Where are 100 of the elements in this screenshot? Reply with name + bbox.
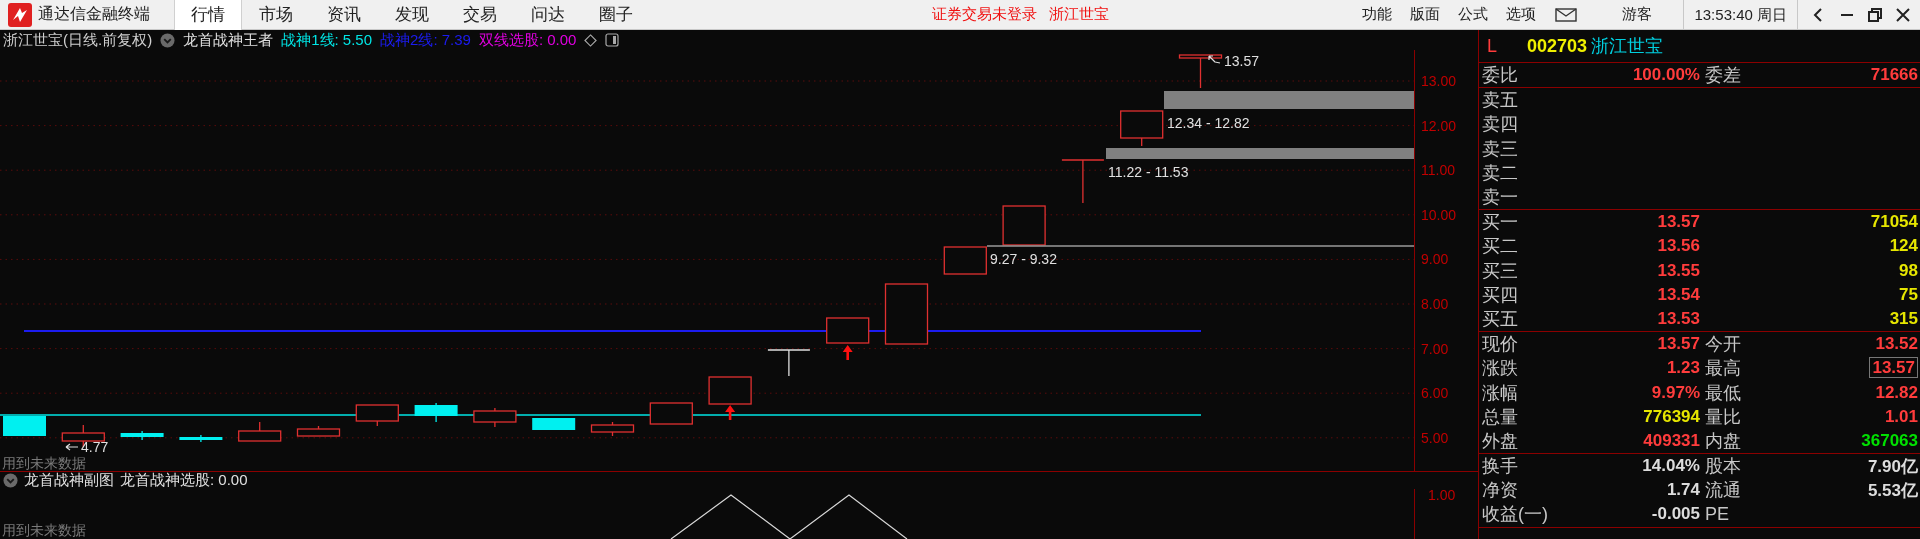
candle xyxy=(826,317,870,344)
field-label: 最高 xyxy=(1705,357,1742,381)
warning-text: 用到未来数据 xyxy=(2,455,86,471)
clock: 13:53:40 周日 xyxy=(1683,0,1798,30)
candle xyxy=(1061,159,1105,204)
field-label: 外盘 xyxy=(1482,429,1519,453)
field-label: 卖五 xyxy=(1482,89,1519,113)
menu-item[interactable]: 功能 xyxy=(1353,5,1402,24)
field-value: 12.82 xyxy=(1875,382,1918,402)
bid-price: 13.53 xyxy=(1657,308,1700,329)
field-label: 委比 xyxy=(1482,64,1519,88)
candle xyxy=(884,283,929,345)
candle xyxy=(1178,54,1223,89)
field-value: 13.52 xyxy=(1875,334,1918,354)
field-label: 涨跌 xyxy=(1482,357,1519,381)
close-icon[interactable] xyxy=(1896,7,1910,22)
stock-name: 浙江世宝 xyxy=(1049,5,1109,24)
bid-volume: 315 xyxy=(1889,308,1918,329)
bid-volume: 71054 xyxy=(1870,212,1918,233)
nav-tab[interactable]: 发现 xyxy=(378,0,446,30)
menu-item[interactable]: 版面 xyxy=(1401,5,1450,24)
candle xyxy=(708,376,752,405)
candle xyxy=(649,402,693,425)
zone-label: 11.22 - 11.53 xyxy=(1108,164,1189,180)
stock-name: 浙江世宝 xyxy=(1591,35,1664,58)
price-label: 10.00 xyxy=(1421,206,1457,223)
candle xyxy=(3,415,46,437)
bid-price: 13.57 xyxy=(1657,212,1700,233)
price-label: 12.00 xyxy=(1421,117,1457,134)
diamond-icon[interactable] xyxy=(584,33,598,47)
candle xyxy=(296,425,341,437)
field-value: 100.00% xyxy=(1632,65,1700,86)
bid-price: 13.56 xyxy=(1657,236,1700,257)
field-label: 总量 xyxy=(1482,405,1519,429)
nav-tab[interactable]: 圈子 xyxy=(582,0,650,30)
candle xyxy=(355,404,399,427)
app-title: 通达信金融终端 xyxy=(38,4,151,24)
field-label: 买三 xyxy=(1482,259,1519,283)
price-label: 6.00 xyxy=(1421,385,1449,402)
price-label: 1.00 xyxy=(1428,489,1456,503)
field-value: 7.90亿 xyxy=(1867,455,1918,478)
price-label: 5.00 xyxy=(1421,429,1449,446)
candle xyxy=(767,349,811,377)
zone-label: 12.34 - 12.82 xyxy=(1167,115,1250,131)
app-logo-icon xyxy=(8,2,32,27)
nav-tab[interactable]: 交易 xyxy=(446,0,514,30)
field-label: 净资 xyxy=(1482,479,1519,503)
candle xyxy=(1002,205,1046,246)
field-label: 量比 xyxy=(1705,405,1742,429)
nav-tab[interactable]: 问达 xyxy=(514,0,582,30)
indicator-value: 双线选股: 0.00 xyxy=(478,30,577,50)
field-value: 71666 xyxy=(1870,65,1918,86)
nav-tab[interactable]: 市场 xyxy=(242,0,310,30)
field-label: 卖一 xyxy=(1482,186,1519,210)
login-status: 证券交易未登录 xyxy=(932,5,1037,24)
price-label: 8.00 xyxy=(1421,296,1449,312)
candle xyxy=(120,430,164,441)
mail-icon[interactable] xyxy=(1555,7,1578,22)
dropdown-icon[interactable] xyxy=(160,32,176,48)
field-label: 买五 xyxy=(1482,307,1519,331)
low-price-marker: 4.77 xyxy=(81,439,109,455)
dropdown-icon[interactable] xyxy=(3,473,18,488)
field-label: 换手 xyxy=(1482,455,1519,479)
price-label: 13.00 xyxy=(1421,73,1457,89)
user-button[interactable]: 游客 xyxy=(1607,4,1668,25)
field-value: 409331 xyxy=(1643,430,1700,451)
restore-icon[interactable] xyxy=(1868,7,1882,22)
price-label: 11.00 xyxy=(1421,162,1455,179)
zone-label: 9.27 - 9.32 xyxy=(990,251,1057,267)
bid-price: 13.55 xyxy=(1657,260,1700,281)
field-value: -0.005 xyxy=(1651,504,1700,525)
nav-tab[interactable]: 行情 xyxy=(174,0,242,30)
field-value: 367063 xyxy=(1861,430,1918,450)
candle xyxy=(1120,110,1164,147)
field-label: 买四 xyxy=(1482,283,1519,307)
nav-tab[interactable]: 资讯 xyxy=(310,0,378,30)
candle xyxy=(473,407,517,428)
candle xyxy=(943,246,987,275)
indicator-name: 龙首战神王者 xyxy=(183,30,274,50)
indicator-name: 龙首战神副图 xyxy=(24,471,114,490)
candle xyxy=(532,417,576,431)
field-value: 13.57 xyxy=(1869,357,1918,379)
field-label: PE xyxy=(1705,503,1730,525)
field-value: 14.04% xyxy=(1642,456,1700,477)
field-label: 内盘 xyxy=(1705,429,1742,453)
square-icon[interactable] xyxy=(605,33,620,47)
field-value: 1.01 xyxy=(1884,406,1918,426)
indicator-value: 战神1线: 5.50 xyxy=(281,30,373,50)
menu-item[interactable]: 选项 xyxy=(1497,5,1546,24)
indicator-value: 战神2线: 7.39 xyxy=(380,30,471,50)
menu-item[interactable]: 公式 xyxy=(1449,5,1498,24)
field-value: 13.57 xyxy=(1657,334,1700,355)
field-label: 涨幅 xyxy=(1482,381,1519,405)
indicator-value: 龙首战神选股: 0.00 xyxy=(120,471,248,490)
stock-code: 002703 xyxy=(1527,35,1588,57)
field-label: 最低 xyxy=(1705,381,1742,405)
up-arrow-icon xyxy=(725,405,736,420)
field-label: 收益(一) xyxy=(1482,503,1549,527)
up-arrow-icon xyxy=(842,345,853,360)
field-value: 776394 xyxy=(1643,406,1700,427)
